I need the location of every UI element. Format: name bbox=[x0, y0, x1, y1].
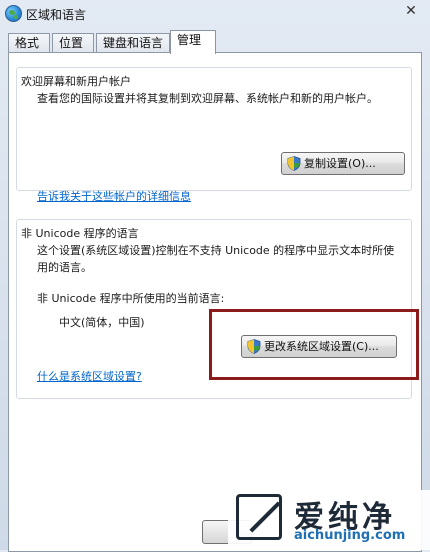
close-icon[interactable]: ✕ bbox=[400, 2, 422, 20]
non-unicode-description-line1: 这个设置(系统区域设置)控制在不支持 Unicode 的程序中显示文本时所使 bbox=[37, 244, 395, 257]
welcome-screen-group: 欢迎屏幕和新用户帐户 查看您的国际设置并将其复制到欢迎屏幕、系统帐户和新的用户帐… bbox=[16, 67, 412, 191]
highlight-annotation bbox=[209, 309, 419, 380]
non-unicode-description-line2: 用的语言。 bbox=[37, 261, 92, 274]
non-unicode-group-title: 非 Unicode 程序的语言 bbox=[21, 227, 139, 240]
title-bar: 区域和语言 ✕ bbox=[0, 0, 430, 27]
region-language-window: 区域和语言 ✕ 格式 位置 键盘和语言 管理 欢迎屏幕和新用户帐户 查看您的国际… bbox=[0, 0, 430, 552]
copy-settings-button[interactable]: 复制设置(O)... bbox=[281, 152, 405, 175]
tab-keyboards-languages[interactable]: 键盘和语言 bbox=[96, 33, 170, 53]
watermark-logo-icon bbox=[236, 494, 282, 540]
watermark: 爱纯净 aichunjing.com bbox=[228, 490, 430, 550]
watermark-url: aichunjing.com bbox=[294, 528, 406, 543]
copy-settings-label: 复制设置(O)... bbox=[304, 157, 376, 170]
tab-administrative[interactable]: 管理 bbox=[170, 30, 216, 54]
uac-shield-icon bbox=[287, 156, 301, 171]
globe-icon bbox=[5, 5, 22, 22]
tab-location[interactable]: 位置 bbox=[52, 33, 94, 53]
current-language-label: 非 Unicode 程序中所使用的当前语言: bbox=[37, 292, 225, 305]
window-title: 区域和语言 bbox=[26, 8, 87, 22]
what-is-system-locale-link[interactable]: 什么是系统区域设置? bbox=[37, 368, 142, 384]
tab-page-administrative: 欢迎屏幕和新用户帐户 查看您的国际设置并将其复制到欢迎屏幕、系统帐户和新的用户帐… bbox=[8, 52, 422, 552]
welcome-description: 查看您的国际设置并将其复制到欢迎屏幕、系统帐户和新的用户帐户。 bbox=[37, 92, 378, 105]
tab-strip: 格式 位置 键盘和语言 管理 bbox=[8, 30, 422, 54]
account-details-link[interactable]: 告诉我关于这些帐户的详细信息 bbox=[37, 188, 191, 204]
tab-formats[interactable]: 格式 bbox=[8, 33, 50, 53]
welcome-group-title: 欢迎屏幕和新用户帐户 bbox=[21, 75, 131, 88]
